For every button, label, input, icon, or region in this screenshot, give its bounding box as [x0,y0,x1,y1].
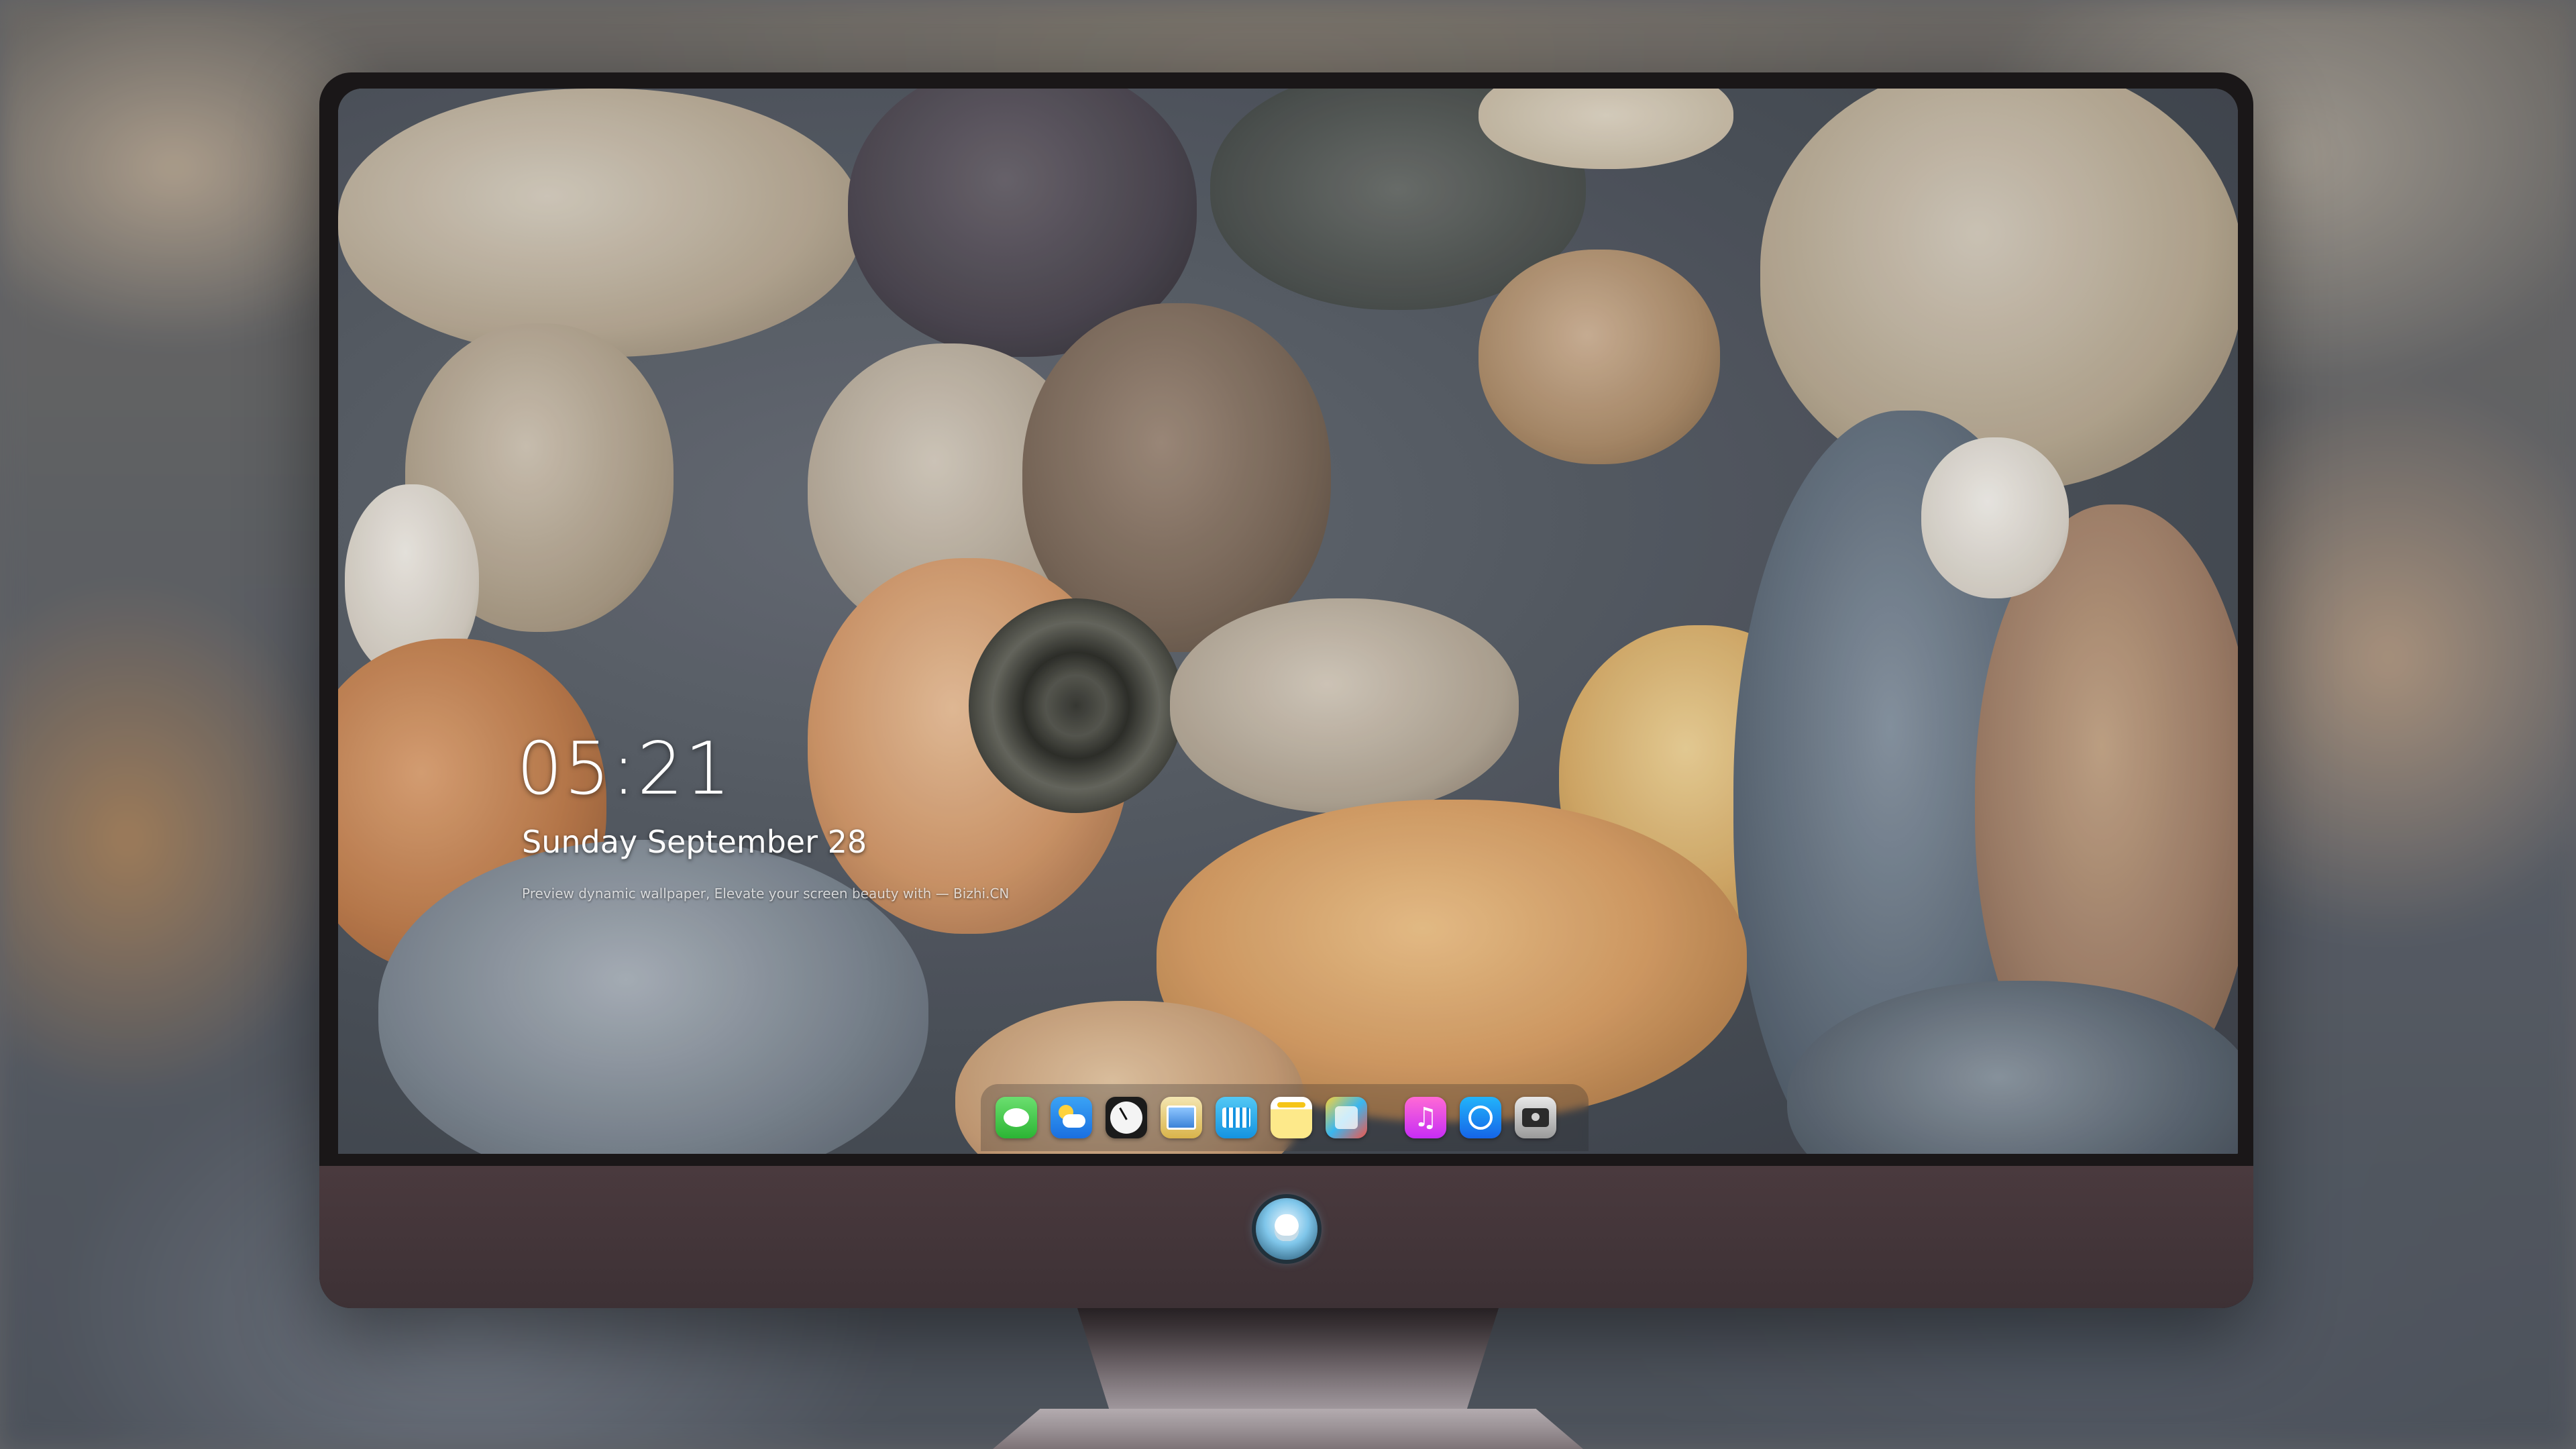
wallpaper-overlay [338,89,2238,1154]
weather-icon[interactable] [1051,1097,1092,1138]
notes-icon[interactable] [1271,1097,1312,1138]
preview-icon[interactable] [1161,1097,1202,1138]
lock-screen-time: 05:21 [517,727,733,811]
wallpaper-caption: Preview dynamic wallpaper, Elevate your … [522,885,1010,902]
dock-separator [1385,1097,1387,1138]
monitor-stand-base [993,1409,1583,1449]
desktop-screen: 05:21 Sunday September 28 Preview dynami… [338,89,2238,1154]
monitor-stand [1077,1308,1499,1415]
camera-icon[interactable] [1515,1097,1556,1138]
clips-icon[interactable] [1216,1097,1257,1138]
clock-icon[interactable] [1106,1097,1147,1138]
lock-screen-date: Sunday September 28 [522,824,867,860]
app-store-icon[interactable] [1460,1097,1501,1138]
dock [981,1084,1589,1151]
brand-logo-icon [1255,1198,1318,1260]
monitor-chin [319,1166,2253,1308]
photo-booth-icon[interactable] [1326,1097,1367,1138]
messages-icon[interactable] [996,1097,1037,1138]
music-icon[interactable] [1405,1097,1446,1138]
